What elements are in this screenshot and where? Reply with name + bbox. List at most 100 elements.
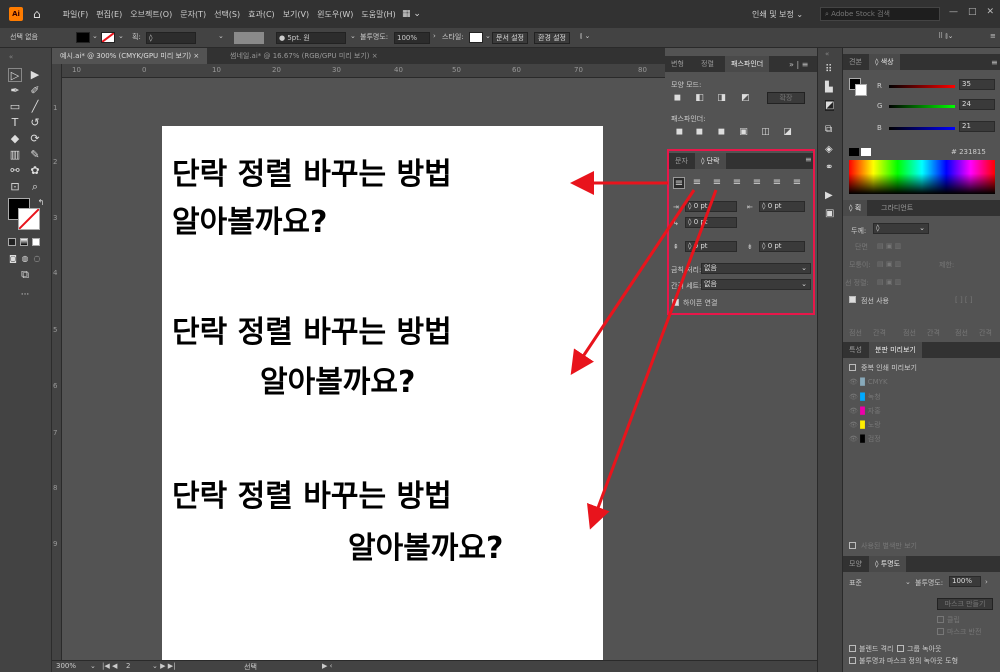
stroke-align-icons[interactable]: ▤ ▣ ▥: [877, 278, 901, 286]
text-right-line1[interactable]: 단락 정렬 바꾸는 방법: [172, 478, 452, 516]
align-menu-icon[interactable]: ⫾ ⌄: [580, 32, 590, 41]
transform-panel-icon[interactable]: ⧉: [825, 124, 832, 135]
artboard-tool-icon[interactable]: ⊡: [8, 180, 22, 194]
hex-value[interactable]: # 231815: [951, 148, 986, 156]
stroke-weight-input[interactable]: ◊: [146, 32, 196, 44]
spacing-select[interactable]: 없음 ⌄: [701, 279, 811, 290]
r-slider[interactable]: [889, 85, 955, 88]
invert-mask-checkbox[interactable]: [937, 628, 944, 635]
chevron-right-icon[interactable]: ›: [985, 578, 988, 586]
tab-paragraph[interactable]: ◊ 단락: [695, 153, 726, 169]
justify-all-icon[interactable]: ≡: [791, 177, 803, 189]
expand-button[interactable]: 확장: [767, 92, 805, 104]
color-mode-icon[interactable]: [8, 238, 16, 246]
rotate-tool-icon[interactable]: ↺: [28, 116, 42, 130]
tab-document-2[interactable]: 썸네일.ai* @ 16.67% (RGB/GPU 미리 보기) ×: [222, 48, 386, 64]
blend-mode-select[interactable]: 표준: [849, 578, 862, 588]
color-spectrum[interactable]: [849, 160, 995, 194]
page-number[interactable]: 2: [126, 662, 130, 670]
chevron-down-icon[interactable]: ⌄: [905, 578, 911, 586]
workspace-switcher[interactable]: 인쇄 및 보정 ⌄: [752, 9, 803, 20]
first-page-icon[interactable]: |◀ ◀: [102, 662, 117, 670]
pen-tool-icon[interactable]: ✒: [8, 84, 22, 98]
menu-type[interactable]: 문자(T): [180, 9, 206, 20]
eraser-tool-icon[interactable]: ◆: [8, 132, 22, 146]
collapse-icon[interactable]: «: [825, 50, 829, 58]
symbols-icon[interactable]: ⠿: [825, 64, 832, 75]
close-icon[interactable]: ✕: [986, 7, 994, 17]
align-panel-icon[interactable]: ▙: [825, 82, 833, 93]
clip-checkbox[interactable]: [937, 616, 944, 623]
tab-transparency[interactable]: ◊ 투명도: [869, 556, 907, 572]
preferences-button[interactable]: 환경 설정: [534, 32, 570, 44]
first-line-indent-input[interactable]: ◊ 0 pt: [685, 217, 737, 228]
align-center-icon[interactable]: ≡: [691, 177, 703, 189]
define-knockout-checkbox[interactable]: [849, 657, 856, 664]
tab-gradient[interactable]: 그라디언트: [875, 200, 919, 216]
layers-icon[interactable]: ◈: [825, 144, 833, 155]
tab-separations[interactable]: 분판 미리보기: [869, 342, 922, 358]
text-right-line2[interactable]: 알아볼까요?: [348, 530, 503, 568]
document-setup-button[interactable]: 문서 설정: [492, 32, 528, 44]
blend-tool-icon[interactable]: ⚯: [8, 164, 22, 178]
panel-menu-icon[interactable]: ≡: [991, 58, 998, 67]
tab-document-1[interactable]: 예시.ai* @ 300% (CMYK/GPU 미리 보기) ×: [52, 48, 208, 64]
justify-right-icon[interactable]: ≡: [771, 177, 783, 189]
tab-pathfinder[interactable]: 패스파인더: [725, 56, 770, 72]
tab-stroke[interactable]: ◊ 획: [843, 200, 868, 216]
maximize-icon[interactable]: □: [968, 7, 977, 17]
pathfinder-panel-icon[interactable]: ◩: [825, 100, 835, 111]
brush-select[interactable]: ● 5pt. 원: [276, 32, 346, 44]
stroke-color-icon[interactable]: [18, 208, 40, 230]
minimize-icon[interactable]: —: [949, 7, 958, 17]
weight-input[interactable]: ◊ ⌄: [873, 223, 929, 234]
none-mode-icon[interactable]: [32, 238, 40, 246]
plate-cyan[interactable]: 👁 ▉ 녹청: [849, 392, 881, 402]
rectangle-tool-icon[interactable]: ▭: [8, 100, 22, 114]
menu-edit[interactable]: 편집(E): [96, 9, 122, 20]
chevron-down-icon[interactable]: ⌄: [118, 32, 124, 40]
pencil-tool-icon[interactable]: ╱: [28, 100, 42, 114]
align-left-icon[interactable]: ≡: [673, 177, 685, 189]
plate-black[interactable]: 👁 ▉ 검정: [849, 434, 881, 444]
text-left-line1[interactable]: 단락 정렬 바꾸는 방법: [172, 156, 452, 194]
spot-colors-checkbox[interactable]: [849, 542, 856, 549]
corner-icons[interactable]: ▤ ▣ ▥: [877, 260, 901, 268]
merge-icon[interactable]: ◼: [717, 128, 726, 137]
zoom-level[interactable]: 300%: [56, 662, 76, 670]
collapse-icon[interactable]: «: [4, 50, 18, 64]
chevron-down-icon[interactable]: ⌄: [218, 32, 224, 40]
r-input[interactable]: 35: [959, 79, 995, 90]
opacity-input[interactable]: 100%: [394, 32, 430, 44]
menu-window[interactable]: 윈도우(W): [317, 9, 353, 20]
tab-align[interactable]: 정렬: [695, 56, 720, 72]
minus-front-icon[interactable]: ◧: [695, 94, 704, 103]
direct-selection-icon[interactable]: ▶: [28, 68, 42, 82]
unite-icon[interactable]: ◼: [673, 94, 682, 103]
menu-select[interactable]: 선택(S): [214, 9, 240, 20]
more-icon[interactable]: ≡: [990, 32, 996, 40]
stroke-swatch[interactable]: [101, 32, 115, 43]
links-icon[interactable]: ⚭: [825, 162, 833, 173]
intersect-icon[interactable]: ◨: [717, 94, 726, 103]
close-icon[interactable]: ×: [193, 52, 199, 60]
chevron-down-icon[interactable]: ⌄: [350, 32, 356, 40]
overprint-checkbox[interactable]: [849, 364, 856, 371]
plate-magenta[interactable]: 👁 ▉ 자홍: [849, 406, 881, 416]
b-slider[interactable]: [889, 127, 955, 130]
left-indent-input[interactable]: ◊ 0 pt: [685, 201, 737, 212]
b-input[interactable]: 21: [959, 121, 995, 132]
outline-icon[interactable]: ◫: [761, 128, 770, 137]
hyphenate-checkbox[interactable]: [672, 299, 679, 306]
exclude-icon[interactable]: ◩: [741, 94, 750, 103]
plate-yellow[interactable]: 👁 ▉ 노랑: [849, 420, 881, 430]
curvature-icon[interactable]: ✐: [28, 84, 42, 98]
symbol-sprayer-icon[interactable]: ✿: [28, 164, 42, 178]
text-center-line2[interactable]: 알아볼까요?: [260, 364, 415, 402]
gradient-mode-icon[interactable]: [20, 238, 28, 246]
chevron-right-icon[interactable]: ›: [433, 32, 436, 40]
close-icon[interactable]: ×: [372, 52, 378, 60]
trim-icon[interactable]: ◼: [695, 128, 704, 137]
variable-width-profile[interactable]: [234, 32, 264, 44]
text-center-line1[interactable]: 단락 정렬 바꾸는 방법: [172, 314, 452, 352]
